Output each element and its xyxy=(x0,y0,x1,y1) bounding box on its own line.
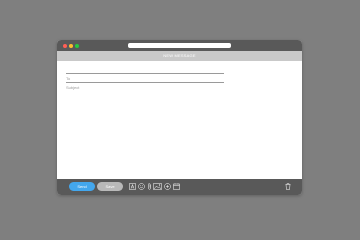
to-field-row xyxy=(66,67,224,82)
attachment-icon[interactable] xyxy=(147,183,152,190)
emoji-icon[interactable] xyxy=(138,183,145,190)
link-icon[interactable] xyxy=(164,183,171,190)
window-titlebar xyxy=(57,40,302,51)
message-body-input[interactable] xyxy=(66,85,293,175)
send-button[interactable]: Send xyxy=(69,182,95,191)
compose-area xyxy=(57,61,302,179)
trash-icon[interactable] xyxy=(285,183,291,190)
calendar-icon[interactable] xyxy=(173,183,180,190)
format-text-icon[interactable] xyxy=(129,183,136,190)
maximize-window-button[interactable] xyxy=(75,44,79,48)
subject-field-row xyxy=(66,76,224,91)
image-icon[interactable] xyxy=(153,183,162,190)
save-button[interactable]: Save xyxy=(97,182,123,191)
close-window-button[interactable] xyxy=(63,44,67,48)
minimize-window-button[interactable] xyxy=(69,44,73,48)
message-title: NEW MESSAGE xyxy=(163,53,196,58)
address-bar[interactable] xyxy=(128,43,231,48)
message-header: NEW MESSAGE xyxy=(57,51,302,61)
email-window: NEW MESSAGE Send Save xyxy=(57,40,302,195)
compose-toolbar: Send Save xyxy=(57,179,302,195)
